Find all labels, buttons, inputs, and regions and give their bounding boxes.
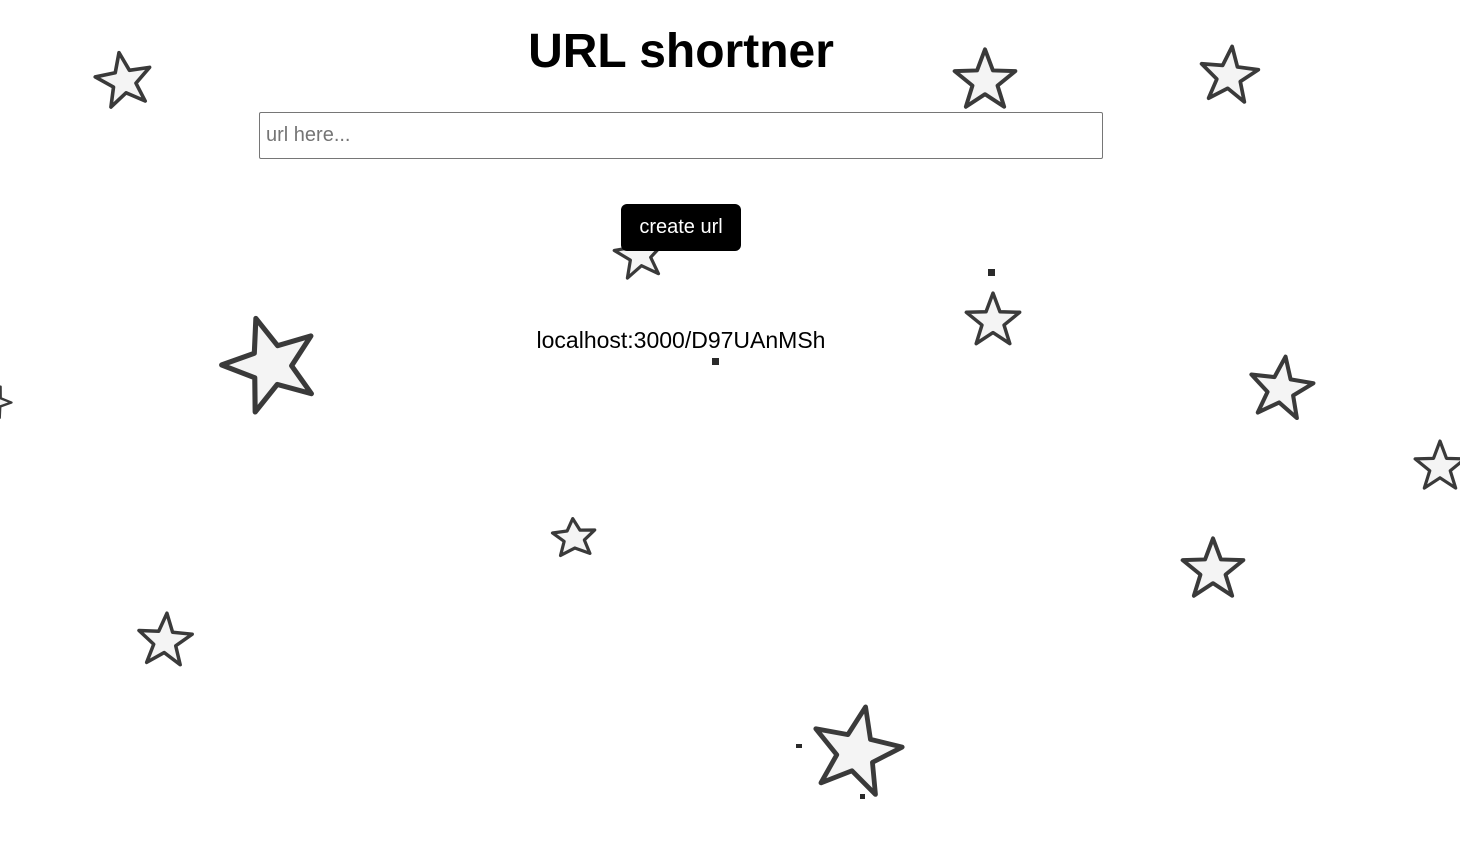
star-icon <box>1180 536 1246 604</box>
star-icon <box>0 380 13 424</box>
sparkle-dot <box>988 269 995 276</box>
page-title: URL shortner <box>528 25 834 78</box>
page: URL shortner create url localhost:3000/D… <box>0 0 1460 842</box>
sparkle-dot <box>796 744 802 748</box>
create-url-button[interactable]: create url <box>621 204 741 251</box>
url-input[interactable] <box>259 112 1103 159</box>
star-icon <box>1247 354 1316 424</box>
star-icon <box>544 514 604 560</box>
star-icon <box>136 611 194 670</box>
short-url-result: localhost:3000/D97UAnMSh <box>536 327 826 353</box>
star-icon <box>806 704 906 800</box>
sparkle-dot <box>712 358 719 365</box>
sparkle-dot <box>860 794 865 799</box>
star-icon <box>1410 439 1460 494</box>
